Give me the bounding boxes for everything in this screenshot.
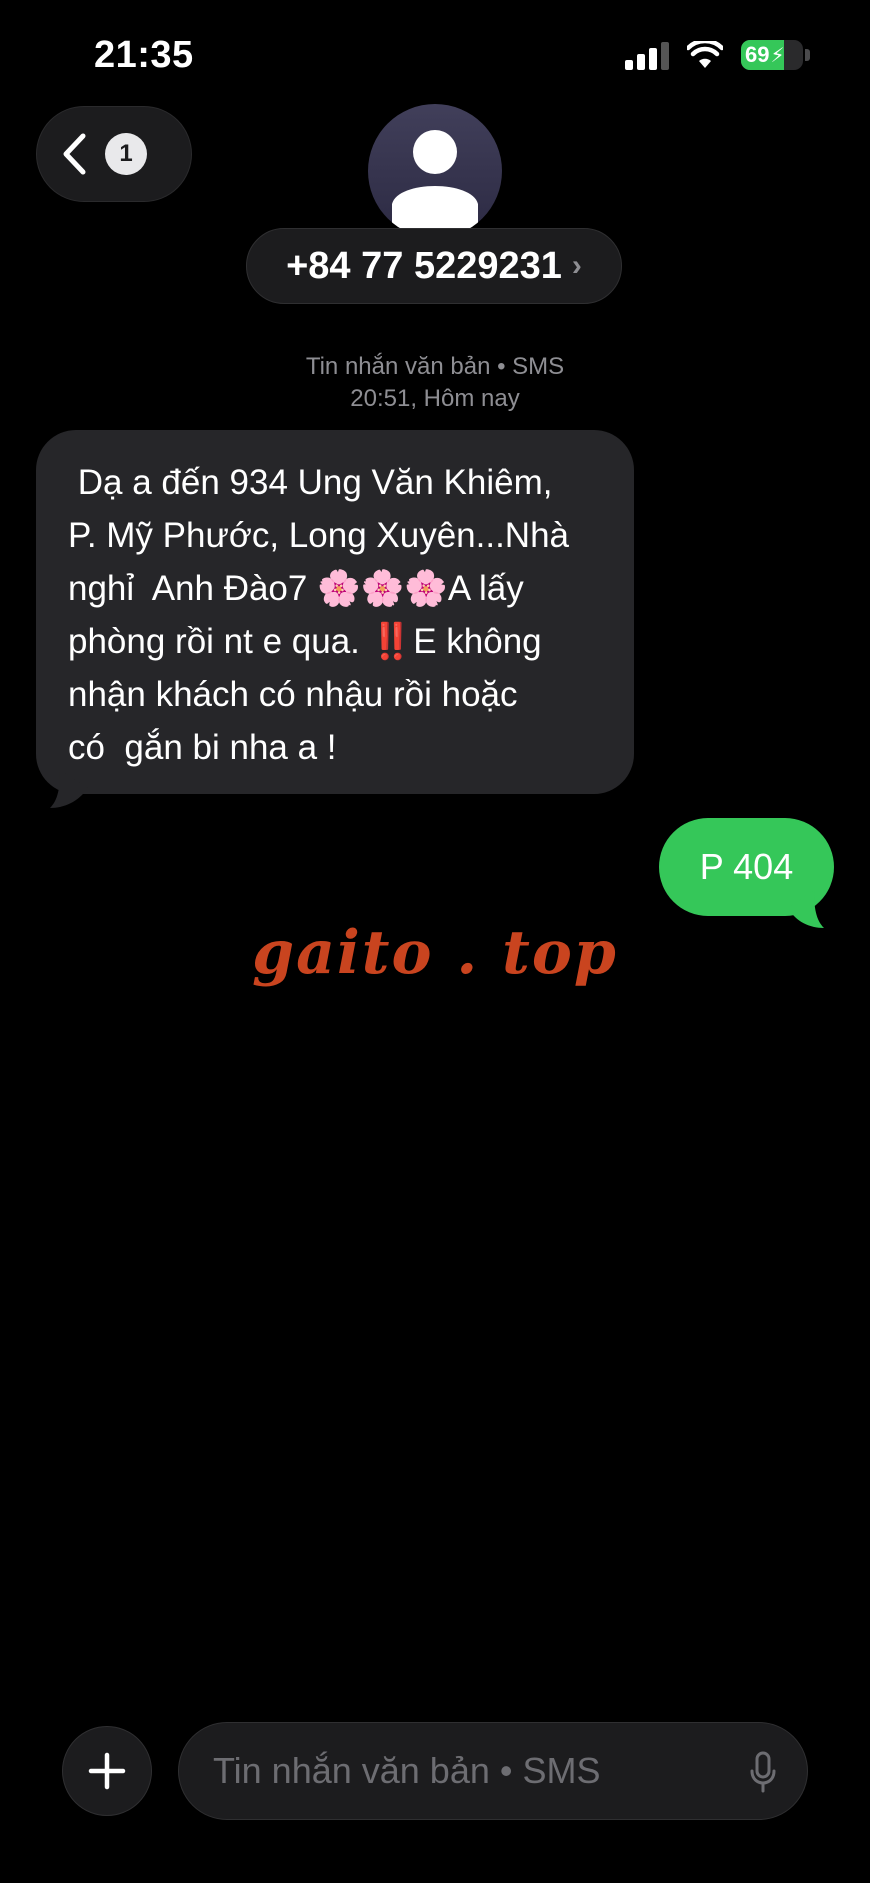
wifi-icon — [687, 41, 723, 68]
person-icon — [392, 130, 478, 238]
contact-avatar[interactable] — [368, 104, 502, 238]
unread-badge: 1 — [105, 133, 147, 175]
charging-bolt-icon: ⚡ — [770, 44, 785, 67]
chevron-right-icon: › — [571, 249, 582, 282]
signal-icon — [625, 40, 669, 70]
incoming-message-bubble[interactable]: Dạ a đến 934 Ung Văn Khiêm, P. Mỹ Phước,… — [36, 430, 634, 794]
contact-name-button[interactable]: +84 77 5229231 › — [246, 228, 622, 304]
status-icons: 69 ⚡ — [625, 40, 810, 70]
battery-icon: 69 ⚡ — [741, 40, 803, 70]
battery-cap — [805, 49, 810, 61]
battery-percent: 69 — [745, 42, 770, 67]
contact-number: +84 77 5229231 — [286, 244, 562, 287]
plus-icon — [88, 1752, 126, 1790]
message-timestamp: 20:51, Hôm nay — [350, 385, 520, 412]
add-attachment-button[interactable] — [62, 1726, 152, 1816]
message-type-label: Tin nhắn văn bản • SMS — [305, 353, 565, 380]
back-button[interactable]: 1 — [36, 106, 192, 202]
chevron-left-icon — [63, 133, 86, 175]
status-time: 21:35 — [94, 34, 194, 76]
message-input[interactable] — [213, 1750, 713, 1792]
watermark: gaito . top — [252, 918, 618, 988]
microphone-icon[interactable] — [749, 1751, 777, 1793]
incoming-bubble-tail — [50, 770, 88, 808]
message-input-container — [178, 1722, 808, 1820]
